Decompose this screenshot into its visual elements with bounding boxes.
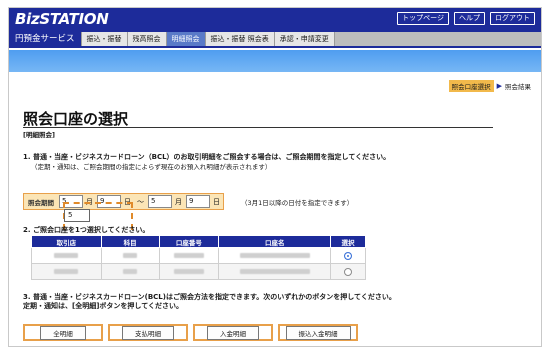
account-number-cell xyxy=(158,263,220,280)
select-cell xyxy=(330,263,366,280)
col-branch: 取引店 xyxy=(31,235,102,248)
col-account-type: 科目 xyxy=(100,235,160,248)
section2-heading: 2. ご照会口座を1つ選択してください。 xyxy=(23,226,150,234)
app-window: BizSTATION トップページ ヘルプ ログアウト 円預金サービス 振込・振… xyxy=(8,7,542,347)
account-name-cell xyxy=(218,263,332,280)
account-type-cell xyxy=(100,247,160,264)
deposits-button[interactable]: 入金明細 xyxy=(193,324,273,341)
nav-tab-statement-inquiry[interactable]: 明細照会 xyxy=(166,32,206,46)
branch-cell xyxy=(31,263,102,280)
period-label: 照会期間 xyxy=(28,198,54,207)
section3-line1: 3. 普通・当座・ビジネスカードローン(BCL)はご照会方法を指定できます。次の… xyxy=(23,293,396,301)
account-radio[interactable] xyxy=(344,267,353,276)
nav-tab-transfer-inquiry-table[interactable]: 振込・振替 照会表 xyxy=(205,32,275,46)
account-radio[interactable] xyxy=(344,251,353,260)
period-note: （3月1日以降の日付を指定できます） xyxy=(241,199,354,207)
to-month-select[interactable]: 5 xyxy=(148,195,172,208)
title-divider xyxy=(23,127,493,128)
page-subtitle: [明細照会] xyxy=(23,131,55,139)
account-type-cell xyxy=(100,263,160,280)
page-title: 照会口座の選択 xyxy=(23,110,129,128)
day-unit-label: 日 xyxy=(213,197,220,206)
main-nav: 円預金サービス 振込・振替 残高照会 明細照会 振込・振替 照会表 承認・申請変… xyxy=(9,32,541,48)
nav-tab-approval-change[interactable]: 承認・申請変更 xyxy=(274,32,335,46)
top-header-bar: BizSTATION トップページ ヘルプ ログアウト xyxy=(9,8,541,32)
logout-link[interactable]: ログアウト xyxy=(490,12,535,25)
nav-tab-transfer[interactable]: 振込・振替 xyxy=(81,32,128,46)
col-account-number: 口座番号 xyxy=(158,235,220,248)
branch-cell xyxy=(31,247,102,264)
section3-text: 3. 普通・当座・ビジネスカードローン(BCL)はご照会方法を指定できます。次の… xyxy=(23,293,396,311)
account-name-cell xyxy=(218,247,332,264)
inquiry-button-row: 全明細 支払明細 入金明細 振込入金明細 xyxy=(23,324,358,341)
nav-tab-balance-inquiry[interactable]: 残高照会 xyxy=(127,32,167,46)
to-day-select[interactable]: 9 xyxy=(186,195,210,208)
section1-heading: 1. 普通・当座・ビジネスカードローン（BCL）のお取引明細をご照会する場合は、… xyxy=(23,153,391,161)
select-cell xyxy=(330,247,366,264)
step-current: 照会口座選択 xyxy=(448,80,494,92)
table-row[interactable] xyxy=(31,263,366,280)
step-arrow-icon: ▶ xyxy=(496,82,502,90)
top-links: トップページ ヘルプ ログアウト xyxy=(397,12,535,25)
account-table: 取引店 科目 口座番号 口座名 選択 xyxy=(31,235,366,280)
section1-note: （定期・通知は、ご照会期間の指定によらず現在のお預入れ明細が表示されます） xyxy=(31,163,272,171)
col-account-name: 口座名 xyxy=(218,235,332,248)
step-indicator: 照会口座選択 ▶ 照会結果 xyxy=(448,80,531,92)
bizstation-logo: BizSTATION xyxy=(15,10,109,28)
month-dropdown-option[interactable]: 5 xyxy=(64,209,90,222)
transfer-deposits-button[interactable]: 振込入金明細 xyxy=(278,324,358,341)
range-tilde: 〜 xyxy=(137,197,144,206)
all-statements-button[interactable]: 全明細 xyxy=(23,324,103,341)
section3-line2: 定期・通知は、[全明細]ボタンを押してください。 xyxy=(23,302,183,310)
table-row[interactable] xyxy=(31,247,366,264)
account-number-cell xyxy=(158,247,220,264)
help-link[interactable]: ヘルプ xyxy=(454,12,485,25)
top-page-link[interactable]: トップページ xyxy=(397,12,449,25)
nav-yen-deposit-service[interactable]: 円預金サービス xyxy=(9,32,82,46)
payments-button[interactable]: 支払明細 xyxy=(108,324,188,341)
month-unit-label: 月 xyxy=(175,197,182,206)
step-next: 照会結果 xyxy=(505,83,531,91)
header-strip xyxy=(9,50,541,72)
col-select: 選択 xyxy=(330,235,366,248)
